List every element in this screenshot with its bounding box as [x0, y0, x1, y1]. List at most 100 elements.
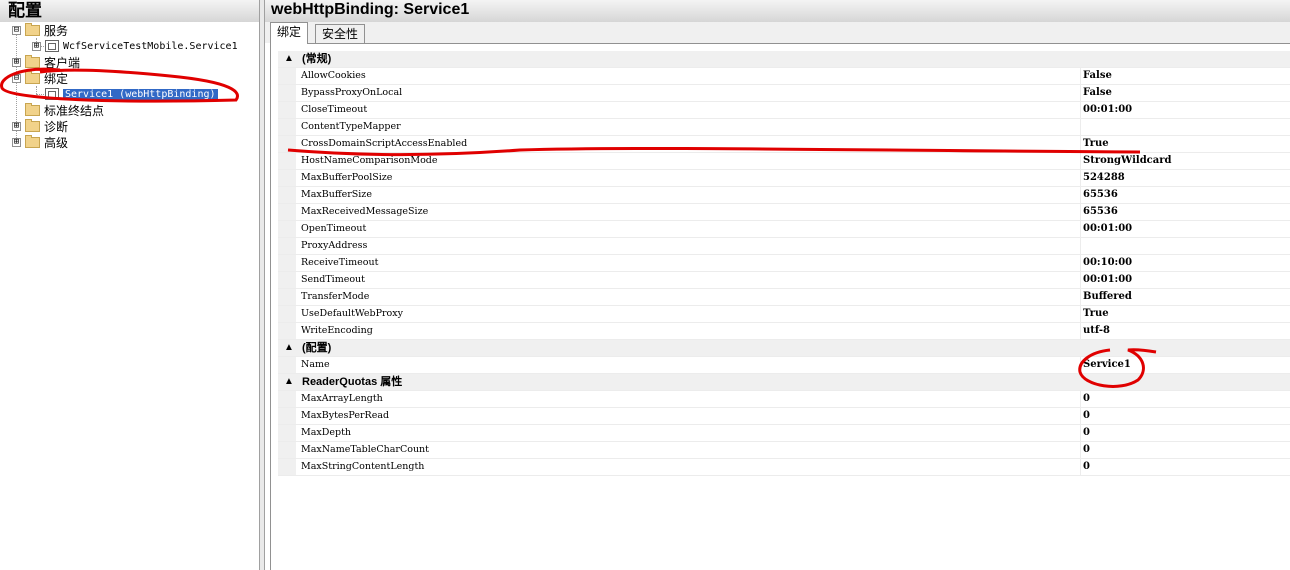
- property-row[interactable]: UseDefaultWebProxy True: [278, 306, 1290, 323]
- property-row[interactable]: OpenTimeout 00:01:00: [278, 221, 1290, 238]
- property-value[interactable]: 65536: [1083, 204, 1118, 220]
- property-row[interactable]: BypassProxyOnLocal False: [278, 85, 1290, 102]
- property-value[interactable]: 00:10:00: [1083, 255, 1132, 271]
- general-props: AllowCookies False BypassProxyOnLocal False…: [278, 68, 1290, 340]
- tree-node-binding-item[interactable]: Service1 (webHttpBinding): [45, 86, 219, 102]
- left-panel-header: 配置: [0, 0, 259, 23]
- column-divider: [1080, 289, 1081, 305]
- tree-node-diagnostics[interactable]: ⊞ 诊断: [12, 118, 68, 134]
- property-row[interactable]: ReceiveTimeout 00:10:00: [278, 255, 1290, 272]
- column-divider: [1080, 306, 1081, 322]
- tree-node-standard-endpoints[interactable]: 标准终结点: [25, 102, 104, 118]
- property-row[interactable]: CrossDomainScriptAccessEnabled True: [278, 136, 1290, 153]
- property-row[interactable]: MaxArrayLength 0: [278, 391, 1290, 408]
- property-row[interactable]: HostNameComparisonMode StrongWildcard: [278, 153, 1290, 170]
- property-row[interactable]: MaxBufferSize 65536: [278, 187, 1290, 204]
- property-row[interactable]: MaxStringContentLength 0: [278, 459, 1290, 476]
- property-name: CloseTimeout: [301, 104, 368, 115]
- row-gutter: [278, 323, 296, 339]
- row-gutter: [278, 170, 296, 186]
- tree-node-services[interactable]: ⊟ 服务: [12, 22, 68, 38]
- property-value[interactable]: 0: [1083, 459, 1090, 475]
- category-reader-quotas[interactable]: ▲ ReaderQuotas 属性: [278, 374, 1290, 391]
- property-row[interactable]: TransferMode Buffered: [278, 289, 1290, 306]
- property-value[interactable]: 00:01:00: [1083, 221, 1132, 237]
- property-value[interactable]: 00:01:00: [1083, 272, 1132, 288]
- tree-node-label-selected[interactable]: Service1 (webHttpBinding): [62, 87, 219, 101]
- column-divider: [1080, 187, 1081, 203]
- tree-node-label[interactable]: 绑定: [44, 70, 68, 87]
- property-name: HostNameComparisonMode: [301, 155, 438, 166]
- expand-icon[interactable]: ⊞: [12, 57, 21, 67]
- property-value[interactable]: 00:01:00: [1083, 102, 1132, 118]
- tree-node-client[interactable]: ⊞ 客户端: [12, 54, 80, 70]
- expand-icon[interactable]: ⊞: [12, 137, 21, 147]
- property-row[interactable]: Name Service1: [278, 357, 1290, 374]
- binding-icon: [45, 88, 59, 100]
- property-row[interactable]: MaxDepth 0: [278, 425, 1290, 442]
- property-row[interactable]: MaxBufferPoolSize 524288: [278, 170, 1290, 187]
- folder-icon: [25, 134, 40, 148]
- collapse-icon[interactable]: ▲: [284, 340, 294, 356]
- property-row[interactable]: WriteEncoding utf-8: [278, 323, 1290, 340]
- property-row[interactable]: MaxReceivedMessageSize 65536: [278, 204, 1290, 221]
- property-row[interactable]: ContentTypeMapper: [278, 119, 1290, 136]
- column-divider: [1080, 119, 1081, 135]
- column-divider: [1080, 323, 1081, 339]
- config-tree[interactable]: ⊟ 服务 ⊞ WcfServiceTestMobile.Service1 ⊞ 客…: [0, 22, 259, 570]
- property-row[interactable]: MaxNameTableCharCount 0: [278, 442, 1290, 459]
- property-value[interactable]: utf-8: [1083, 323, 1110, 339]
- row-gutter: [278, 238, 296, 254]
- collapse-icon[interactable]: ⊟: [12, 73, 21, 83]
- property-value[interactable]: 0: [1083, 442, 1090, 458]
- category-config[interactable]: ▲ (配置): [278, 340, 1290, 357]
- panel-splitter[interactable]: [259, 0, 265, 570]
- column-divider: [1080, 68, 1081, 84]
- tree-node-label[interactable]: 标准终结点: [44, 102, 104, 119]
- tree-node-label[interactable]: 服务: [44, 22, 68, 39]
- tree-node-label[interactable]: 高级: [44, 134, 68, 151]
- expand-icon[interactable]: ⊞: [12, 121, 21, 131]
- tree-node-bindings[interactable]: ⊟ 绑定: [12, 70, 68, 86]
- column-divider: [1080, 238, 1081, 254]
- property-row[interactable]: SendTimeout 00:01:00: [278, 272, 1290, 289]
- column-divider: [1080, 221, 1081, 237]
- collapse-icon[interactable]: ▲: [284, 51, 294, 67]
- row-gutter: [278, 442, 296, 458]
- property-value[interactable]: 65536: [1083, 187, 1118, 203]
- property-value[interactable]: 0: [1083, 408, 1090, 424]
- property-value[interactable]: 0: [1083, 391, 1090, 407]
- property-value[interactable]: 524288: [1083, 170, 1125, 186]
- property-row[interactable]: AllowCookies False: [278, 68, 1290, 85]
- tab-binding[interactable]: 绑定: [270, 22, 309, 44]
- property-row[interactable]: ProxyAddress: [278, 238, 1290, 255]
- property-row[interactable]: CloseTimeout 00:01:00: [278, 102, 1290, 119]
- service-icon: [45, 40, 59, 52]
- property-value[interactable]: False: [1083, 68, 1112, 84]
- property-value[interactable]: Service1: [1083, 357, 1131, 373]
- property-value[interactable]: False: [1083, 85, 1112, 101]
- collapse-icon[interactable]: ⊟: [12, 25, 21, 35]
- expand-icon[interactable]: ⊞: [32, 41, 41, 51]
- category-general[interactable]: ▲ (常规): [278, 51, 1290, 68]
- property-value[interactable]: True: [1083, 306, 1109, 322]
- tab-security[interactable]: 安全性: [315, 24, 366, 43]
- property-value[interactable]: True: [1083, 136, 1109, 152]
- tree-node-label[interactable]: 诊断: [44, 118, 68, 135]
- tree-node-service-item[interactable]: ⊞ WcfServiceTestMobile.Service1: [32, 38, 238, 54]
- tree-node-label[interactable]: WcfServiceTestMobile.Service1: [63, 41, 238, 52]
- property-value[interactable]: StrongWildcard: [1083, 153, 1172, 169]
- collapse-icon[interactable]: ▲: [284, 374, 294, 390]
- property-name: MaxStringContentLength: [301, 461, 425, 472]
- property-value[interactable]: Buffered: [1083, 289, 1132, 305]
- property-name: AllowCookies: [301, 70, 366, 81]
- property-value[interactable]: 0: [1083, 425, 1090, 441]
- tree-node-label[interactable]: 客户端: [44, 54, 80, 71]
- tree-guide-line: [36, 86, 37, 94]
- row-gutter: [278, 289, 296, 305]
- property-grid[interactable]: ▲ (常规) AllowCookies False BypassProxyOnLoc…: [278, 51, 1290, 476]
- row-gutter: [278, 119, 296, 135]
- tree-node-advanced[interactable]: ⊞ 高级: [12, 134, 68, 150]
- property-name: Name: [301, 359, 330, 370]
- property-row[interactable]: MaxBytesPerRead 0: [278, 408, 1290, 425]
